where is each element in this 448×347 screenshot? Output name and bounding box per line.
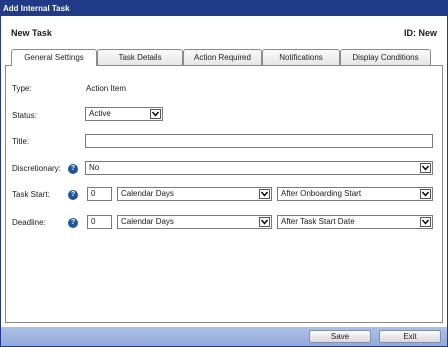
status-label: Status: [12,111,37,120]
tab-task-details[interactable]: Task Details [97,49,183,65]
chevron-down-icon [259,189,270,199]
chevron-down-icon [420,217,431,227]
type-value: Action Item [86,84,127,93]
task-start-number-input[interactable]: 0 [87,187,112,201]
deadline-label: Deadline: [12,218,46,227]
deadline-number-input[interactable]: 0 [87,215,112,229]
general-settings-panel: Type: Action Item Status: Active Title: … [5,65,443,323]
page-title: New Task [11,28,52,38]
add-internal-task-window: Add Internal Task New Task ID: New Gener… [0,0,448,347]
chevron-down-icon [420,163,431,173]
deadline-unit-select[interactable]: Calendar Days [117,215,272,229]
discretionary-select[interactable]: No [85,161,433,175]
window-title: Add Internal Task [1,1,447,16]
task-start-label: Task Start: [12,190,50,199]
save-button[interactable]: Save [309,330,371,343]
task-id: ID: New [403,28,437,38]
chevron-down-icon [420,189,431,199]
help-icon[interactable]: ? [68,164,78,174]
exit-button[interactable]: Exit [379,330,441,343]
tab-general-settings[interactable]: General Settings [11,49,97,66]
tab-action-required[interactable]: Action Required [183,49,262,65]
chevron-down-icon [150,109,161,119]
title-label: Title: [12,137,30,146]
footer-bar: Save Exit [1,327,447,346]
task-start-unit-select[interactable]: Calendar Days [117,187,272,201]
discretionary-label: Discretionary: [12,164,61,173]
deadline-relative-select[interactable]: After Task Start Date [277,215,433,229]
deadline-unit-value: Calendar Days [121,217,174,226]
discretionary-value: No [89,163,100,172]
chevron-down-icon [259,217,270,227]
status-value: Active [89,109,111,118]
status-select[interactable]: Active [85,107,163,121]
tab-display-conditions[interactable]: Display Conditions [340,49,431,65]
deadline-relative-value: After Task Start Date [281,217,355,226]
help-icon[interactable]: ? [68,190,78,200]
type-label: Type: [12,84,32,93]
task-start-relative-select[interactable]: After Onboarding Start [277,187,433,201]
task-start-relative-value: After Onboarding Start [281,189,362,198]
title-input[interactable] [85,134,433,148]
tab-notifications[interactable]: Notifications [262,49,340,65]
help-icon[interactable]: ? [68,218,78,228]
task-start-unit-value: Calendar Days [121,189,174,198]
